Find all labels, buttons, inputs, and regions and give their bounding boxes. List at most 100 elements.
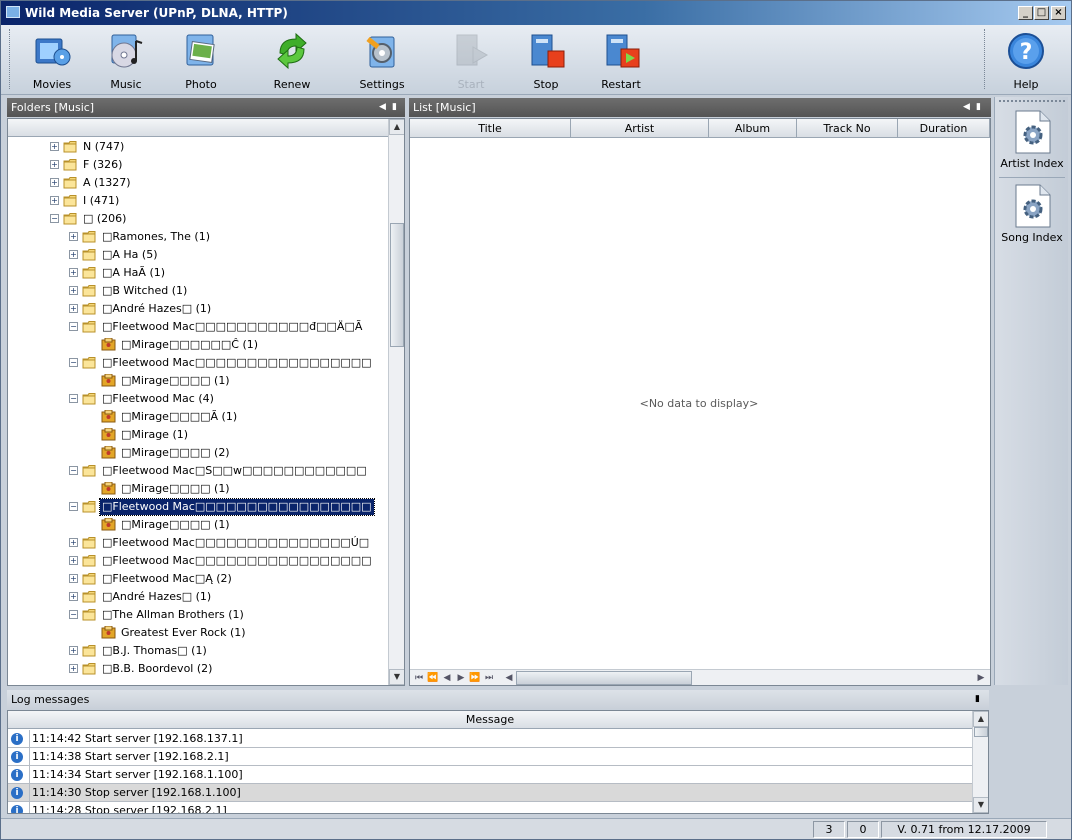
tree-row[interactable]: □Mirage□□□□ (2) [8,444,386,462]
tree-scroll-down-icon[interactable]: ▼ [389,669,404,685]
music-button[interactable]: Music [93,27,159,93]
folders-panel-collapse-icon[interactable]: ◀ [379,98,386,117]
prev-page-icon[interactable]: ⏪ [426,671,440,685]
expand-icon[interactable]: + [69,268,78,277]
tree-row[interactable]: Greatest Ever Rock (1) [8,624,386,642]
log-messages-grid[interactable]: Message i 11:14:42 Start server [192.168.… [7,710,989,814]
help-button[interactable]: ? Help [993,27,1059,93]
col-album[interactable]: Album [709,119,797,138]
hscroll-thumb[interactable] [516,671,692,685]
media-list[interactable]: Title Artist Album Track No Duration <No… [409,118,991,686]
expand-icon[interactable]: + [50,160,59,169]
collapse-icon[interactable]: − [69,394,78,403]
toolbar-grip[interactable] [9,29,12,89]
tree-row[interactable]: − □Fleetwood Mac□□□□□□□□□□□đ□□Ä□Ã [8,318,386,336]
folder-tree[interactable]: + N (747) + F (326) + A (1327) + I (471) − □ (206… [7,118,405,686]
next-record-icon[interactable]: ▶ [454,671,468,685]
close-button[interactable]: × [1051,6,1066,20]
log-scroll-down-icon[interactable]: ▼ [973,797,988,813]
expand-icon[interactable]: + [69,664,78,673]
maximize-button[interactable]: □ [1034,6,1049,20]
tree-row[interactable]: □Mirage□□□□ (1) [8,480,386,498]
tree-row[interactable]: + □A Ha (5) [8,246,386,264]
log-panel-pin-icon[interactable]: ▮ [975,690,980,709]
expand-icon[interactable]: + [69,592,78,601]
tree-row[interactable]: − □Fleetwood Mac□□□□□□□□□□□□□□□□□ [8,498,386,516]
tree-row[interactable]: + □André Hazes□ (1) [8,588,386,606]
tree-row[interactable]: − □Fleetwood Mac (4) [8,390,386,408]
restart-button[interactable]: Restart [588,27,654,93]
tree-row[interactable]: − □Fleetwood Mac□S□□w□□□□□□□□□□□□ [8,462,386,480]
last-page-icon[interactable]: ⏭ [482,671,496,685]
expand-icon[interactable]: + [50,142,59,151]
col-artist[interactable]: Artist [571,119,709,138]
start-button[interactable]: Start [438,27,504,93]
tree-row[interactable]: □Mirage (1) [8,426,386,444]
song-index-button[interactable]: Song Index [997,179,1067,247]
renew-button[interactable]: Renew [259,27,325,93]
col-title[interactable]: Title [410,119,571,138]
list-panel-pin-icon[interactable]: ▮ [976,98,981,117]
tree-row[interactable]: □Mirage□□□□ (1) [8,372,386,390]
tree-row[interactable]: + □Fleetwood Mac□□□□□□□□□□□□□□□Ú□ [8,534,386,552]
collapse-icon[interactable]: − [69,358,78,367]
tree-row[interactable]: + I (471) [8,192,386,210]
tree-row[interactable]: + N (747) [8,138,386,156]
expand-icon[interactable]: + [69,250,78,259]
expand-icon[interactable]: + [69,286,78,295]
log-row[interactable]: i 11:14:34 Start server [192.168.1.100] [8,766,973,784]
expand-icon[interactable]: + [69,646,78,655]
collapse-icon[interactable]: − [69,466,78,475]
tree-row[interactable]: − □ (206) [8,210,386,228]
tree-row[interactable]: □Mirage□□□□ (1) [8,516,386,534]
expand-icon[interactable]: + [69,556,78,565]
minimize-button[interactable]: _ [1018,6,1033,20]
expand-icon[interactable]: + [69,574,78,583]
tree-scroll-thumb[interactable] [390,223,404,347]
tree-row[interactable]: − □Fleetwood Mac□□□□□□□□□□□□□□□□□ [8,354,386,372]
prev-record-icon[interactable]: ◀ [440,671,454,685]
tree-row[interactable]: + □Fleetwood Mac□□□□□□□□□□□□□□□□□ [8,552,386,570]
expand-icon[interactable]: + [69,538,78,547]
tree-row[interactable]: + □B.B. Boordevol (2) [8,660,386,678]
tree-row[interactable]: + F (326) [8,156,386,174]
expand-icon[interactable]: + [69,304,78,313]
tree-row[interactable]: − □The Allman Brothers (1) [8,606,386,624]
first-page-icon[interactable]: ⏮ [412,671,426,685]
tree-row[interactable]: + □Ramones, The (1) [8,228,386,246]
photo-button[interactable]: Photo [168,27,234,93]
collapse-icon[interactable]: − [50,214,59,223]
expand-icon[interactable]: + [69,232,78,241]
expand-icon[interactable]: + [50,178,59,187]
settings-button[interactable]: Settings [349,27,415,93]
tree-row[interactable]: + A (1327) [8,174,386,192]
folders-panel-pin-icon[interactable]: ▮ [392,98,397,117]
list-panel-collapse-icon[interactable]: ◀ [963,98,970,117]
hscroll-right-icon[interactable]: ▶ [974,671,988,685]
tree-row[interactable]: + □B Witched (1) [8,282,386,300]
collapse-icon[interactable]: − [69,610,78,619]
tree-row[interactable]: + □A HaÃ (1) [8,264,386,282]
title-bar[interactable]: Wild Media Server (UPnP, DLNA, HTTP) _ □… [1,1,1071,25]
toolbar-grip-right[interactable] [984,29,987,89]
collapse-icon[interactable]: − [69,502,78,511]
tree-row[interactable]: + □B.J. Thomas□ (1) [8,642,386,660]
hscroll-left-icon[interactable]: ◀ [502,671,516,685]
log-row[interactable]: i 11:14:30 Stop server [192.168.1.100] [8,784,973,802]
tree-row[interactable]: + □André Hazes□ (1) [8,300,386,318]
col-message[interactable]: Message [8,711,973,729]
movies-button[interactable]: Movies [19,27,85,93]
log-row[interactable]: i 11:14:42 Start server [192.168.137.1] [8,730,973,748]
tree-scroll-up-icon[interactable]: ▲ [389,119,404,135]
log-row[interactable]: i 11:14:28 Stop server [192.168.2.1] [8,802,973,813]
next-page-icon[interactable]: ⏩ [468,671,482,685]
list-horizontal-scrollbar[interactable]: ⏮ ⏪ ◀ ▶ ⏩ ⏭ ◀ ▶ [410,669,990,685]
tree-row[interactable]: + □Fleetwood Mac□Ą (2) [8,570,386,588]
log-row[interactable]: i 11:14:38 Start server [192.168.2.1] [8,748,973,766]
tree-row[interactable]: □Mirage□□□□□□Ĉ (1) [8,336,386,354]
collapse-icon[interactable]: − [69,322,78,331]
log-scroll-thumb[interactable] [974,727,988,737]
log-scroll-up-icon[interactable]: ▲ [973,711,988,727]
artist-index-button[interactable]: Artist Index [997,105,1067,173]
tree-vertical-scrollbar[interactable]: ▲ ▼ [388,119,404,685]
